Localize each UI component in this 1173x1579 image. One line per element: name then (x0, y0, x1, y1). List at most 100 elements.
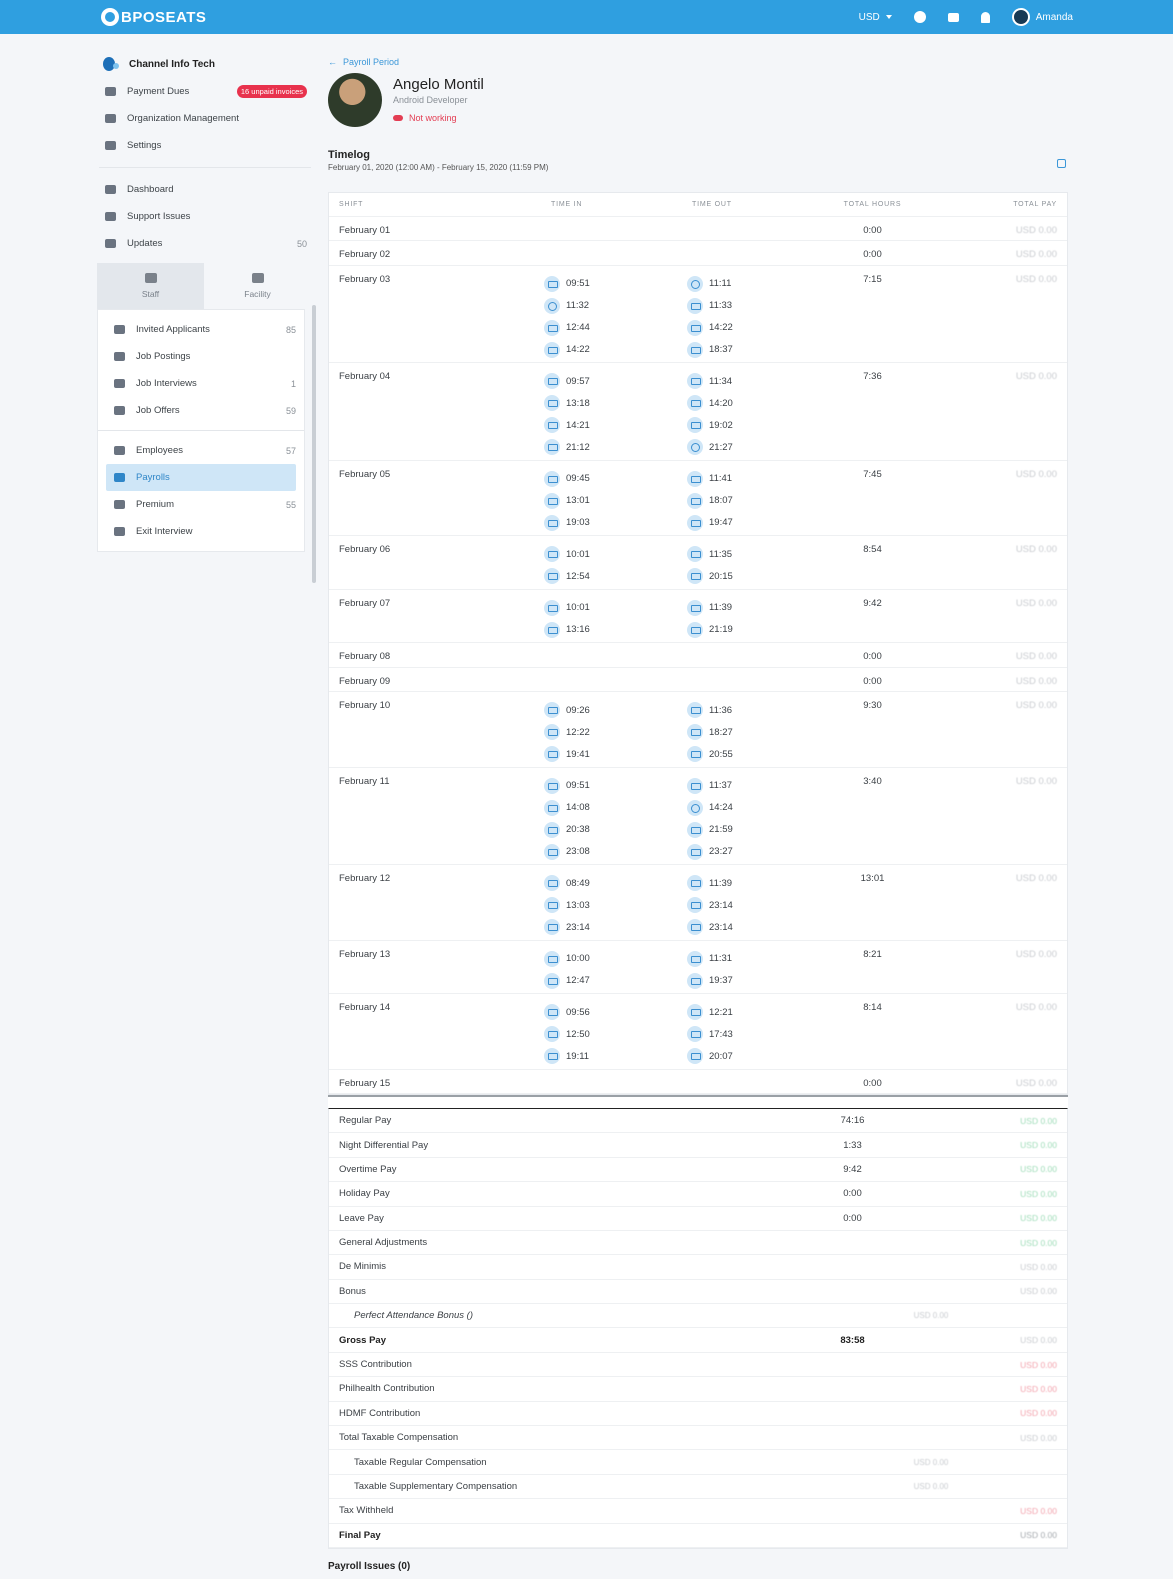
summary-label: Taxable Regular Compensation (354, 1456, 487, 1468)
globe-icon (687, 799, 703, 816)
sidebar-item-job-postings[interactable]: Job Postings (98, 343, 304, 370)
back-link[interactable]: ← Payroll Period (328, 55, 1068, 69)
monitor-icon (544, 897, 560, 914)
currency-dropdown[interactable]: USD (859, 12, 892, 23)
total-pay: USD 0.00 (1015, 273, 1057, 285)
tab-facility[interactable]: Facility (204, 263, 311, 309)
facebook-icon (913, 11, 926, 23)
currency-label: USD (858, 11, 880, 23)
main-content: ← Payroll Period Angelo Montil Android D… (328, 55, 1068, 1572)
sidebar-item-support-issues[interactable]: Support Issues (97, 203, 313, 230)
summary-label: SSS Contribution (339, 1359, 412, 1371)
calendar-icon[interactable] (1057, 159, 1066, 168)
table-body: February 01 0:00 USD 0.00 February 02 0:00 US… (329, 217, 1067, 1094)
sidebar-item-invited-applicants[interactable]: Invited Applicants 85 (98, 316, 304, 343)
chat-icon (947, 12, 959, 22)
time-value: 20:55 (709, 748, 733, 760)
time-entry: 19:41 (536, 743, 679, 765)
summary-label: General Adjustments (339, 1237, 428, 1249)
time-value: 18:27 (709, 726, 733, 738)
money-icon (114, 473, 125, 482)
globe-icon (687, 275, 703, 292)
payroll-issues-title: Payroll Issues (0) (328, 1560, 411, 1572)
briefcase-search-icon (114, 352, 125, 361)
time-entry: 09:45 (536, 468, 679, 490)
shift-date: February 13 (339, 948, 391, 960)
shift-date: February 04 (339, 371, 391, 383)
shift-date: February 08 (339, 651, 391, 663)
time-entry: 17:43 (679, 1023, 819, 1045)
table-row: February 12 08:49 13:03 23:14 11:39 23:14 23:1… (329, 865, 1067, 941)
total-pay: USD 0.00 (1015, 249, 1057, 261)
summary-hours: 83:58 (840, 1334, 865, 1346)
time-out-cell: 11:34 14:20 19:02 21:27 (679, 363, 819, 460)
time-value: 12:50 (566, 1028, 590, 1040)
user-menu[interactable]: Amanda (1011, 8, 1073, 26)
sidebar-item-job-interviews[interactable]: Job Interviews 1 (98, 370, 304, 397)
summary-label: Overtime Pay (339, 1163, 397, 1175)
exit-icon (114, 527, 125, 536)
total-hours: 3:40 (863, 775, 882, 787)
time-out-cell: 11:39 21:19 (679, 590, 819, 643)
sidebar-item-exit-interview[interactable]: Exit Interview (98, 518, 304, 545)
chat-button[interactable] (947, 12, 959, 22)
sidebar-item-payment-dues[interactable]: Payment Dues 16 unpaid invoices (97, 78, 313, 105)
summary-hours: 0:00 (843, 1212, 862, 1224)
time-entry: 09:56 (536, 1001, 679, 1023)
table-row: February 11 09:51 14:08 20:38 23:08 11:37 14:2… (329, 768, 1067, 866)
time-in-cell (536, 217, 679, 240)
status-badge: Not working (393, 113, 484, 123)
sidebar-item-updates[interactable]: Updates 50 (97, 230, 313, 257)
summary-label: HDMF Contribution (339, 1407, 421, 1419)
table-row: February 09 0:00 USD 0.00 (329, 668, 1067, 693)
time-value: 11:37 (709, 780, 733, 792)
time-out-cell: 11:35 20:15 (679, 536, 819, 589)
table-row: February 01 0:00 USD 0.00 (329, 217, 1067, 242)
time-in-cell (536, 643, 679, 666)
monitor-icon (544, 341, 560, 358)
sidebar-item-job-offers[interactable]: Job Offers 59 (98, 397, 304, 424)
facebook-button[interactable] (913, 11, 926, 23)
org-header[interactable]: Channel Info Tech (97, 50, 313, 78)
sidebar-scrollbar[interactable] (312, 305, 316, 583)
monitor-icon (687, 897, 703, 914)
time-in-cell: 10:01 13:16 (536, 590, 679, 643)
monitor-icon (687, 395, 703, 412)
time-entry: 23:27 (679, 841, 819, 863)
time-in-cell (536, 241, 679, 264)
time-entry: 19:47 (679, 512, 819, 534)
monitor-icon (544, 275, 560, 292)
time-value: 11:34 (709, 375, 733, 387)
tab-staff[interactable]: Staff (97, 263, 204, 309)
time-in-cell (536, 1070, 679, 1093)
monitor-icon (687, 492, 703, 509)
divider (328, 1094, 1068, 1108)
time-entry: 23:14 (679, 894, 819, 916)
summary-amount: USD 0.00 (1020, 1115, 1057, 1126)
sidebar-item-organization-management[interactable]: Organization Management (97, 105, 313, 132)
monitor-icon (544, 777, 560, 794)
item-count: 57 (285, 445, 296, 456)
summary-row: Bonus USD 0.00 (329, 1280, 1067, 1305)
time-value: 11:33 (709, 300, 733, 312)
time-entry: 14:20 (679, 392, 819, 414)
sidebar-item-label: Updates (127, 238, 163, 249)
time-entry: 11:35 (679, 543, 819, 565)
monitor-icon (687, 972, 703, 989)
summary-row: Overtime Pay 9:42 USD 0.00 (329, 1158, 1067, 1183)
sidebar-item-dashboard[interactable]: Dashboard (97, 176, 313, 203)
time-entry: 11:41 (679, 468, 819, 490)
sidebar-item-settings[interactable]: Settings (97, 132, 313, 159)
time-entry: 11:34 (679, 370, 819, 392)
monitor-icon (687, 319, 703, 336)
brand-logo[interactable]: BPOSEATS (101, 6, 206, 28)
notifications-button[interactable] (980, 11, 990, 23)
time-value: 11:39 (709, 602, 733, 614)
sidebar-item-premium[interactable]: Premium 55 (98, 491, 304, 518)
time-value: 23:08 (566, 846, 590, 858)
sidebar-item-payrolls[interactable]: Payrolls (106, 464, 296, 491)
sidebar-item-employees[interactable]: Employees 57 (98, 437, 304, 464)
logo-icon (101, 8, 119, 26)
time-entry: 12:54 (536, 565, 679, 587)
summary-amount: USD 0.00 (1020, 1383, 1057, 1394)
